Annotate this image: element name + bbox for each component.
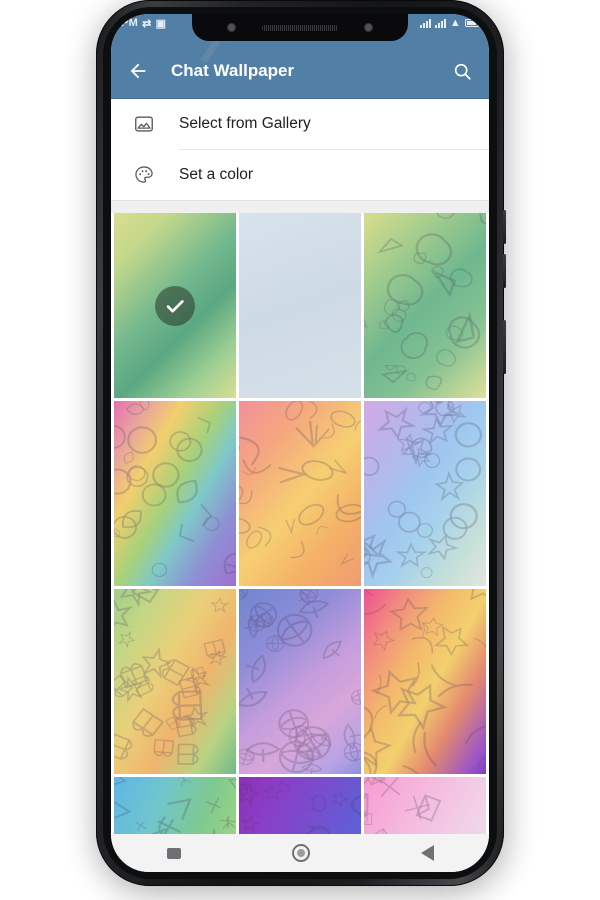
status-bar-right: ▲	[419, 17, 481, 29]
wallpaper-doodle-pattern	[114, 589, 236, 774]
menu-item-label-color: Set a color	[179, 166, 254, 183]
wallpaper-tile[interactable]	[239, 401, 361, 586]
wallpaper-doodle-pattern	[239, 401, 361, 586]
signal-bars-icon-2	[434, 18, 446, 28]
wallpaper-tile[interactable]	[364, 401, 486, 586]
wallpaper-tile[interactable]	[364, 589, 486, 774]
search-icon	[454, 63, 471, 80]
volume-up-button[interactable]	[503, 210, 506, 244]
screenshot-root: PM ⇄ ▣ ▲ Chat Wallpaper Select from Gall…	[0, 0, 600, 900]
android-navigation-bar	[111, 834, 489, 872]
sync-icon: ⇄	[142, 17, 152, 30]
selected-check-badge	[155, 285, 195, 326]
signal-bars-icon	[419, 18, 431, 28]
earpiece-speaker	[262, 24, 338, 31]
wallpaper-tile[interactable]	[114, 213, 236, 398]
palette-icon	[131, 162, 157, 188]
status-bar-left: PM ⇄ ▣	[121, 17, 166, 30]
wallpaper-doodle-pattern	[364, 589, 486, 774]
battery-icon	[465, 19, 481, 27]
display-notch	[192, 14, 408, 41]
wallpaper-tile[interactable]	[114, 401, 236, 586]
recent-apps-icon[interactable]	[166, 847, 181, 859]
wallpaper-doodle-pattern	[239, 589, 361, 774]
image-icon	[131, 111, 157, 137]
home-icon[interactable]	[291, 844, 310, 862]
wallpaper-tile[interactable]	[239, 213, 361, 398]
back-nav-icon[interactable]	[420, 845, 434, 861]
page-title: Chat Wallpaper	[171, 61, 295, 80]
phone-screen: PM ⇄ ▣ ▲ Chat Wallpaper Select from Gall…	[111, 14, 489, 872]
search-button[interactable]	[449, 58, 475, 84]
menu-item-set-a-color[interactable]: Set a color	[111, 150, 489, 200]
volume-down-button[interactable]	[503, 254, 506, 288]
section-separator	[111, 200, 489, 213]
wifi-icon: ▲	[449, 17, 461, 29]
wallpaper-options-menu: Select from Gallery Set a color	[111, 99, 489, 213]
menu-item-label-gallery: Select from Gallery	[179, 115, 311, 132]
wallpaper-doodle-pattern	[364, 213, 486, 398]
wallpaper-grid[interactable]	[111, 213, 489, 872]
menu-item-select-from-gallery[interactable]: Select from Gallery	[111, 99, 489, 149]
wallpaper-tile[interactable]	[239, 589, 361, 774]
back-button[interactable]	[125, 58, 151, 84]
status-bar-time: PM	[121, 17, 139, 29]
wallpaper-tile[interactable]	[114, 589, 236, 774]
power-button[interactable]	[503, 320, 506, 374]
wallpaper-tile[interactable]	[364, 213, 486, 398]
wallpaper-doodle-pattern	[364, 401, 486, 586]
arrow-left-icon	[130, 63, 146, 79]
sim-icon: ▣	[155, 17, 167, 30]
app-bar: Chat Wallpaper	[111, 44, 489, 98]
proximity-sensor-icon	[364, 23, 373, 32]
front-camera-icon	[227, 23, 236, 32]
check-icon	[166, 299, 184, 312]
wallpaper-doodle-pattern	[114, 401, 236, 586]
